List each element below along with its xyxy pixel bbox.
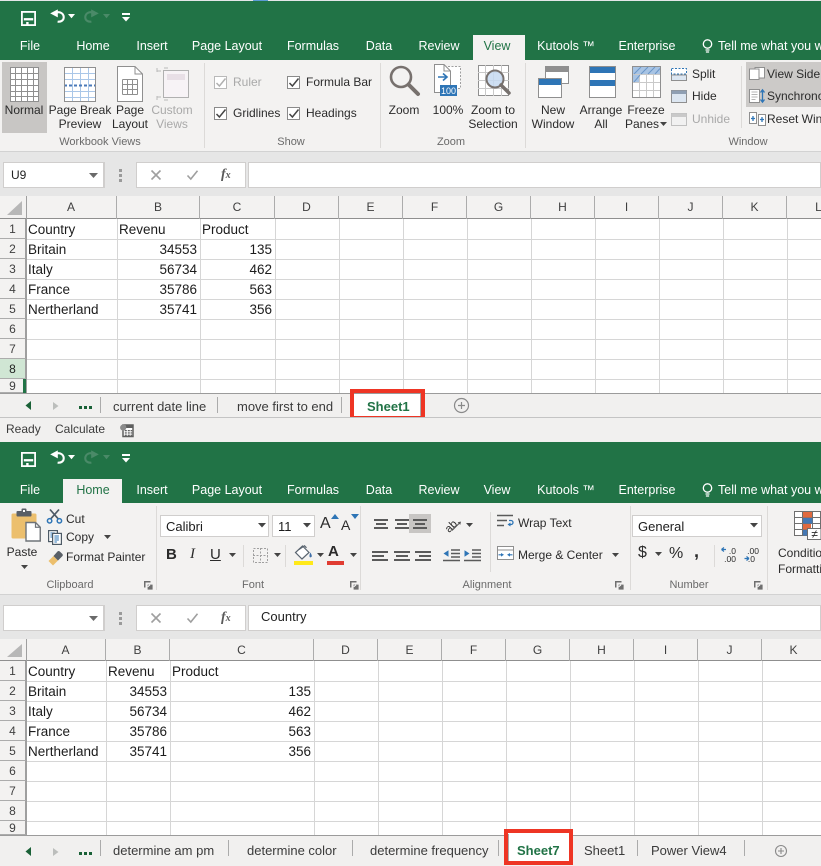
- svg-text:ab: ab: [443, 518, 460, 535]
- svg-text:≠: ≠: [811, 527, 818, 541]
- svg-text:.00: .00: [724, 554, 736, 564]
- svg-text:100: 100: [441, 86, 456, 96]
